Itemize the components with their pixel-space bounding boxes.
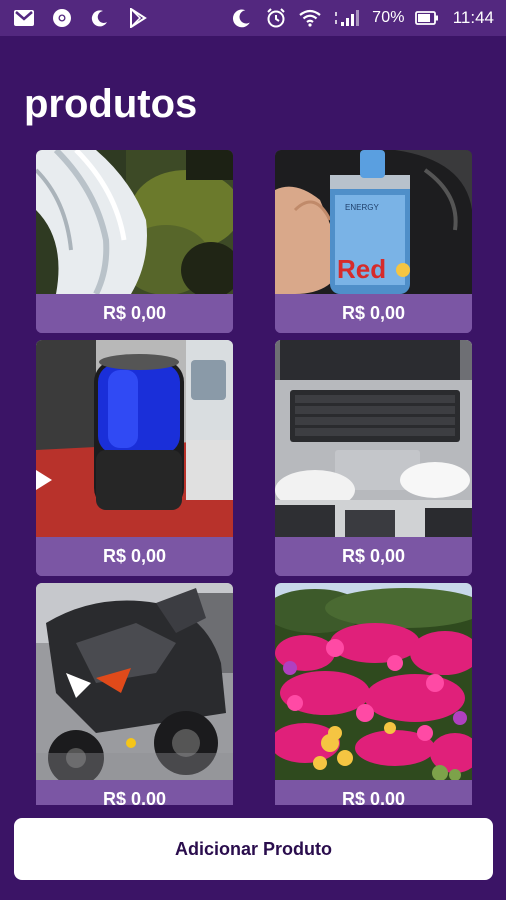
- battery-icon: [414, 6, 439, 30]
- gmail-icon: [12, 6, 36, 30]
- product-price: R$ 0,00: [275, 294, 472, 333]
- product-image: [36, 150, 233, 294]
- product-card[interactable]: ENERGY Red R$ 0,00: [275, 150, 472, 333]
- svg-text:Red: Red: [337, 254, 386, 284]
- product-card[interactable]: R$ 0,00: [36, 583, 233, 805]
- product-card[interactable]: R$ 0,00: [275, 340, 472, 576]
- chrome-icon: [50, 6, 74, 30]
- moon-icon: [88, 6, 112, 30]
- product-card[interactable]: R$ 0,00: [36, 150, 233, 333]
- product-price: R$ 0,00: [36, 294, 233, 333]
- alarm-icon: [264, 6, 288, 30]
- clock: 11:44: [452, 8, 494, 27]
- product-price: R$ 0,00: [275, 537, 472, 576]
- battery-percentage: 70%: [372, 9, 405, 26]
- product-image: [275, 340, 472, 537]
- play-store-icon: [126, 6, 150, 30]
- status-bar: 70% 11:44: [0, 0, 506, 36]
- product-price: R$ 0,00: [275, 780, 472, 805]
- product-price: R$ 0,00: [36, 537, 233, 576]
- product-card[interactable]: R$ 0,00: [275, 583, 472, 805]
- product-price: R$ 0,00: [36, 780, 233, 805]
- svg-text:ENERGY: ENERGY: [345, 203, 379, 212]
- page-title: produtos: [24, 82, 198, 126]
- product-card[interactable]: R$ 0,00: [36, 340, 233, 576]
- signal-icon: [332, 6, 362, 30]
- product-image: [36, 583, 233, 780]
- product-image: [275, 583, 472, 780]
- moon-icon: [230, 6, 254, 30]
- product-image: ENERGY Red: [275, 150, 472, 294]
- product-image: [36, 340, 233, 537]
- product-grid[interactable]: R$ 0,00 ENERGY Red R$ 0,00 R$ 0,00 R$ 0,…: [0, 150, 506, 805]
- add-product-button[interactable]: Adicionar Produto: [14, 818, 493, 880]
- wifi-icon: [298, 6, 322, 30]
